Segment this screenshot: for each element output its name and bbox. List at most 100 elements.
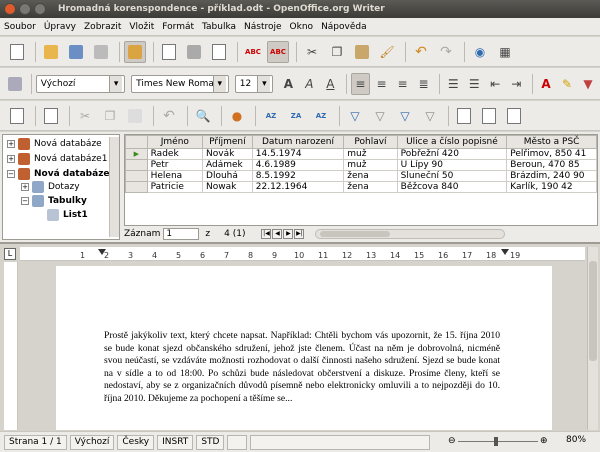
cell[interactable]: Petr: [146, 159, 204, 171]
expand-toggle[interactable]: +: [7, 155, 15, 163]
cell[interactable]: 22.12.1964: [251, 181, 345, 193]
current-row-marker-icon[interactable]: ▶: [125, 148, 148, 160]
minimize-window-button[interactable]: [19, 3, 31, 15]
tree-item-queries[interactable]: Dotazy: [48, 182, 80, 192]
hyperlink-button[interactable]: ◉: [469, 41, 491, 63]
explorer-button[interactable]: [503, 105, 525, 127]
cell[interactable]: Beroun, 470 85: [506, 159, 597, 171]
cell[interactable]: Helena: [146, 170, 204, 182]
standard-filter-button[interactable]: ▽: [394, 105, 416, 127]
copy-button[interactable]: ❐: [326, 41, 348, 63]
menu-nastroje[interactable]: Nástroje: [240, 22, 286, 32]
table-row[interactable]: ▶ Radek Novák 14.5.1974 muž Pobřežní 420…: [125, 148, 597, 160]
bullets-button[interactable]: ☰: [465, 73, 483, 95]
language-indicator[interactable]: Česky: [117, 434, 155, 450]
open-button[interactable]: [40, 41, 62, 63]
font-color-button[interactable]: A: [537, 73, 555, 95]
cell[interactable]: muž: [343, 148, 398, 160]
print-button[interactable]: [183, 41, 205, 63]
ds-cut-button[interactable]: ✂: [74, 105, 96, 127]
font-size-select[interactable]: 12: [234, 74, 274, 93]
undo-button[interactable]: ↶: [410, 41, 432, 63]
col-header-prijmeni[interactable]: Příjmení: [202, 135, 253, 149]
export-pdf-button[interactable]: [158, 41, 180, 63]
table-row[interactable]: Helena Dlouhá 8.5.1992 žena Sluneční 50 …: [125, 170, 597, 182]
font-name-select[interactable]: Times New Roman: [131, 74, 229, 93]
find-record-button[interactable]: 🔍: [192, 105, 214, 127]
cell[interactable]: Dlouhá: [202, 170, 253, 182]
align-left-button[interactable]: ≡: [351, 72, 370, 95]
sort-button[interactable]: AZ: [310, 105, 332, 127]
menu-okno[interactable]: Okno: [286, 22, 318, 32]
horizontal-scrollbar[interactable]: [315, 229, 506, 239]
vertical-ruler[interactable]: [4, 262, 18, 430]
data-to-table-button[interactable]: [478, 105, 500, 127]
cut-button[interactable]: ✂: [301, 41, 323, 63]
vertical-scrollbar[interactable]: [587, 247, 598, 430]
menu-napoveda[interactable]: Nápověda: [317, 22, 371, 32]
justify-button[interactable]: ≣: [415, 73, 433, 95]
remove-filter-button[interactable]: ▽: [419, 105, 441, 127]
edit-data-button[interactable]: [40, 105, 62, 127]
cell[interactable]: Běžcova 840: [396, 181, 508, 193]
ds-paste-button[interactable]: [124, 105, 146, 127]
menu-tabulka[interactable]: Tabulka: [198, 22, 240, 32]
zoom-track[interactable]: [458, 441, 538, 442]
menu-soubor[interactable]: Soubor: [0, 22, 40, 32]
cell[interactable]: 4.6.1989: [251, 159, 345, 171]
col-header-pohlavi[interactable]: Pohlaví: [343, 135, 398, 149]
print-preview-button[interactable]: [208, 41, 230, 63]
edit-mode-button[interactable]: [124, 40, 146, 63]
tab-stop-selector[interactable]: L: [4, 248, 16, 260]
cell[interactable]: Adámek: [202, 159, 253, 171]
scroll-thumb[interactable]: [320, 231, 391, 237]
highlight-button[interactable]: ✎: [558, 73, 576, 95]
first-record-button[interactable]: |◀: [261, 229, 272, 239]
tree-item-database1[interactable]: Nová databáze1: [34, 154, 107, 164]
paragraph-style-select[interactable]: Výchozí: [35, 74, 126, 93]
row-header[interactable]: [125, 159, 148, 171]
last-record-button[interactable]: ▶|: [294, 229, 305, 239]
table-button[interactable]: ▦: [494, 41, 516, 63]
menu-format[interactable]: Formát: [158, 22, 198, 32]
tree-item-tables[interactable]: Tabulky: [48, 196, 87, 206]
bold-button[interactable]: A: [279, 73, 297, 95]
decrease-indent-button[interactable]: ⇤: [486, 73, 504, 95]
expand-toggle[interactable]: +: [21, 183, 29, 191]
paste-button[interactable]: [351, 41, 373, 63]
cell[interactable]: Novák: [202, 148, 253, 160]
background-color-button[interactable]: ▼: [579, 73, 597, 95]
page-indicator[interactable]: Strana 1 / 1: [4, 434, 67, 450]
left-indent-marker-icon[interactable]: [98, 249, 106, 255]
cell[interactable]: Radek: [146, 148, 204, 160]
menu-upravy[interactable]: Úpravy: [40, 22, 80, 32]
next-record-button[interactable]: ▶: [283, 229, 294, 239]
zoom-out-icon[interactable]: ⊖: [448, 436, 456, 446]
sort-ascending-button[interactable]: AZ: [260, 105, 282, 127]
auto-spellcheck-button[interactable]: ABC: [267, 40, 289, 63]
data-to-fields-button[interactable]: [453, 105, 475, 127]
underline-button[interactable]: A: [321, 73, 339, 95]
cell[interactable]: žena: [343, 170, 398, 182]
collapse-toggle[interactable]: −: [7, 170, 15, 178]
cell[interactable]: 8.5.1992: [251, 170, 345, 182]
scroll-thumb[interactable]: [589, 261, 597, 361]
apply-filter-button[interactable]: ▽: [369, 105, 391, 127]
insert-mode-indicator[interactable]: INSRT: [157, 434, 194, 450]
maximize-window-button[interactable]: [34, 3, 46, 15]
col-header-datum[interactable]: Datum narození: [251, 135, 345, 149]
row-header[interactable]: [125, 170, 148, 182]
table-row[interactable]: Petr Adámek 4.6.1989 muž U Lípy 90 Berou…: [125, 159, 597, 171]
italic-button[interactable]: A: [300, 73, 318, 95]
cell[interactable]: Brázdim, 240 90: [506, 170, 597, 182]
right-indent-marker-icon[interactable]: [501, 249, 509, 255]
cell[interactable]: Nowak: [202, 181, 253, 193]
cell[interactable]: Pobřežní 420: [396, 148, 508, 160]
autofilter-button[interactable]: ▽: [344, 105, 366, 127]
row-header[interactable]: [125, 181, 148, 193]
ds-copy-button[interactable]: ❐: [99, 105, 121, 127]
zoom-knob[interactable]: [494, 437, 498, 446]
align-right-button[interactable]: ≡: [394, 73, 412, 95]
tree-item-database-open[interactable]: Nová databáze: [34, 169, 110, 179]
col-header-jmeno[interactable]: Jméno: [146, 135, 204, 149]
